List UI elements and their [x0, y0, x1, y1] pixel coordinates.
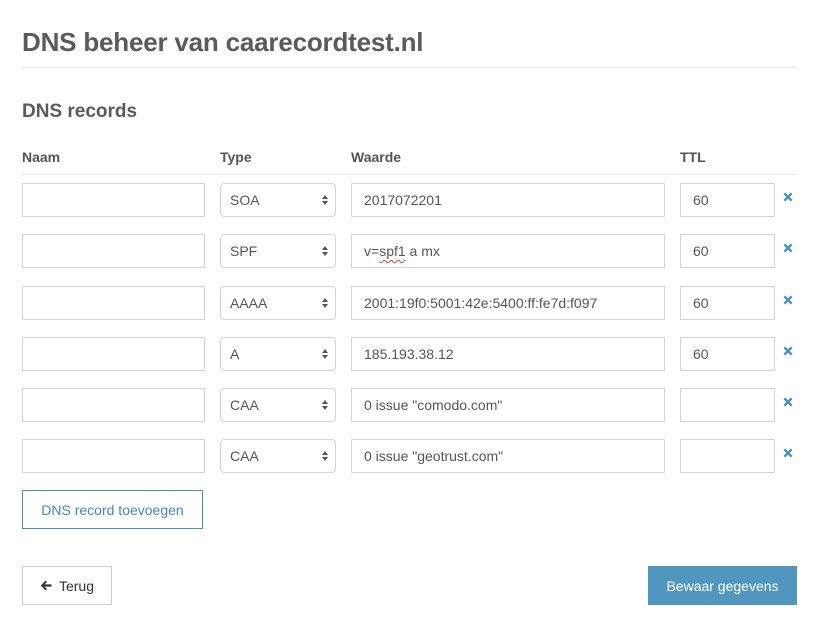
close-icon[interactable]	[781, 446, 795, 460]
back-button[interactable]: Terug	[22, 566, 112, 605]
select-arrows-icon	[322, 349, 328, 359]
column-header-ttl: TTL	[680, 149, 706, 165]
record-type-select[interactable]: SOA	[220, 183, 336, 217]
select-arrows-icon	[322, 195, 328, 205]
record-type-select[interactable]: CAA	[220, 439, 336, 473]
record-ttl-input[interactable]: 60	[680, 183, 775, 217]
record-name-input[interactable]	[22, 286, 205, 320]
record-ttl-input[interactable]	[680, 439, 775, 473]
record-type-select[interactable]: CAA	[220, 388, 336, 422]
record-value-input[interactable]: v=spf1 a mx	[351, 234, 665, 268]
close-icon[interactable]	[781, 190, 795, 204]
close-icon[interactable]	[781, 395, 795, 409]
record-value-input[interactable]: 0 issue "comodo.com"	[351, 388, 665, 422]
dns-record-row: A 185.193.38.12 60	[22, 337, 820, 373]
record-type-value: A	[230, 346, 240, 362]
close-icon[interactable]	[781, 293, 795, 307]
select-arrows-icon	[322, 246, 328, 256]
add-dns-record-button[interactable]: DNS record toevoegen	[22, 490, 203, 529]
dns-record-row: SPF v=spf1 a mx 60	[22, 234, 820, 270]
record-type-value: SPF	[230, 243, 258, 259]
record-ttl-input[interactable]: 60	[680, 234, 775, 268]
record-type-value: SOA	[230, 192, 260, 208]
column-header-naam: Naam	[22, 149, 61, 165]
record-name-input[interactable]	[22, 439, 205, 473]
select-arrows-icon	[322, 451, 328, 461]
save-button[interactable]: Bewaar gegevens	[648, 566, 797, 605]
dns-record-row: SOA 2017072201 60	[22, 183, 820, 219]
record-ttl-input[interactable]: 60	[680, 337, 775, 371]
arrow-left-icon	[40, 580, 52, 591]
record-value-input[interactable]: 185.193.38.12	[351, 337, 665, 371]
record-type-select[interactable]: SPF	[220, 234, 336, 268]
dns-record-row: CAA 0 issue "comodo.com"	[22, 388, 820, 424]
page-title: DNS beheer van caarecordtest.nl	[22, 27, 424, 57]
dns-record-row: CAA 0 issue "geotrust.com"	[22, 439, 820, 475]
record-type-select[interactable]: A	[220, 337, 336, 371]
record-type-value: CAA	[230, 448, 259, 464]
header-divider	[22, 174, 797, 175]
dns-record-row: AAAA 2001:19f0:5001:42e:5400:ff:fe7d:f097…	[22, 286, 820, 322]
record-type-select[interactable]: AAAA	[220, 286, 336, 320]
back-button-label: Terug	[58, 577, 95, 594]
record-ttl-input[interactable]: 60	[680, 286, 775, 320]
record-name-input[interactable]	[22, 337, 205, 371]
close-icon[interactable]	[781, 344, 795, 358]
select-arrows-icon	[322, 298, 328, 308]
record-value-input[interactable]: 0 issue "geotrust.com"	[351, 439, 665, 473]
column-header-waarde: Waarde	[351, 149, 402, 165]
record-ttl-input[interactable]	[680, 388, 775, 422]
select-arrows-icon	[322, 400, 328, 410]
section-title: DNS records	[22, 101, 138, 122]
record-type-value: AAAA	[230, 295, 268, 311]
title-divider	[22, 67, 797, 68]
record-value-input[interactable]: 2001:19f0:5001:42e:5400:ff:fe7d:f097	[351, 286, 665, 320]
record-name-input[interactable]	[22, 234, 205, 268]
record-name-input[interactable]	[22, 183, 205, 217]
record-value-input[interactable]: 2017072201	[351, 183, 665, 217]
column-header-type: Type	[220, 149, 252, 165]
close-icon[interactable]	[781, 241, 795, 255]
record-name-input[interactable]	[22, 388, 205, 422]
record-type-value: CAA	[230, 397, 259, 413]
